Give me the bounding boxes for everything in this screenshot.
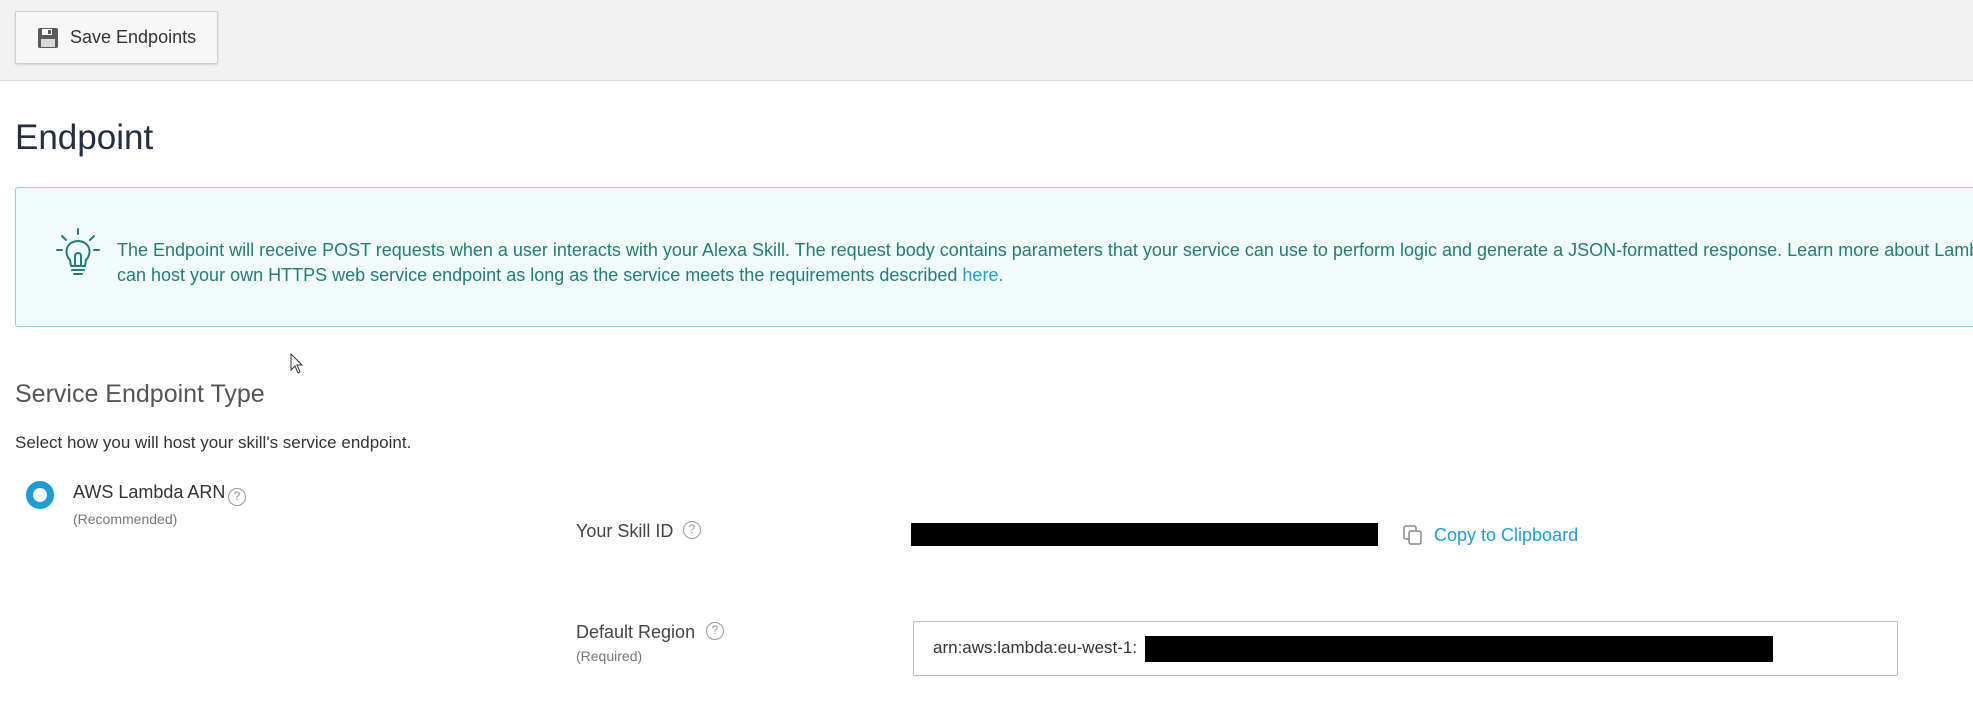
toolbar: Save Endpoints — [0, 0, 1973, 81]
info-text: The Endpoint will receive POST requests … — [117, 238, 1973, 288]
lightbulb-icon — [56, 228, 100, 275]
floppy-disk-icon — [38, 27, 58, 48]
copy-to-clipboard-label: Copy to Clipboard — [1434, 524, 1579, 545]
save-endpoints-label: Save Endpoints — [70, 27, 197, 47]
default-region-value-redacted — [1145, 636, 1773, 662]
mouse-pointer-icon — [290, 353, 304, 374]
info-line-2-text: can host your own HTTPS web service endp… — [117, 265, 963, 285]
copy-to-clipboard-link[interactable]: Copy to Clipboard — [1402, 521, 1578, 549]
skill-id-value-redacted — [911, 523, 1378, 546]
skill-id-help-icon[interactable]: ? — [683, 521, 701, 539]
aws-lambda-arn-label[interactable]: AWS Lambda ARN — [73, 482, 225, 503]
info-banner: The Endpoint will receive POST requests … — [15, 187, 1973, 327]
default-region-value: arn:aws:lambda:eu-west-1: — [933, 638, 1138, 657]
info-line-2: can host your own HTTPS web service endp… — [117, 263, 1973, 288]
aws-lambda-arn-radio[interactable] — [26, 481, 54, 509]
skill-id-label: Your Skill ID — [576, 521, 674, 541]
service-endpoint-type-title: Service Endpoint Type — [15, 380, 265, 408]
recommended-label: (Recommended) — [73, 511, 178, 527]
requirements-link[interactable]: here. — [962, 265, 1003, 285]
info-line-1: The Endpoint will receive POST requests … — [117, 240, 1973, 260]
page-title: Endpoint — [15, 118, 154, 157]
service-endpoint-description: Select how you will host your skill's se… — [15, 433, 412, 452]
default-region-help-icon[interactable]: ? — [706, 622, 724, 640]
aws-lambda-help-icon[interactable]: ? — [228, 488, 246, 506]
default-region-label: Default Region — [576, 622, 696, 642]
save-endpoints-button[interactable]: Save Endpoints — [15, 11, 218, 64]
default-region-input[interactable]: arn:aws:lambda:eu-west-1: — [913, 621, 1898, 676]
copy-icon — [1403, 525, 1422, 545]
required-label: (Required) — [576, 648, 643, 664]
